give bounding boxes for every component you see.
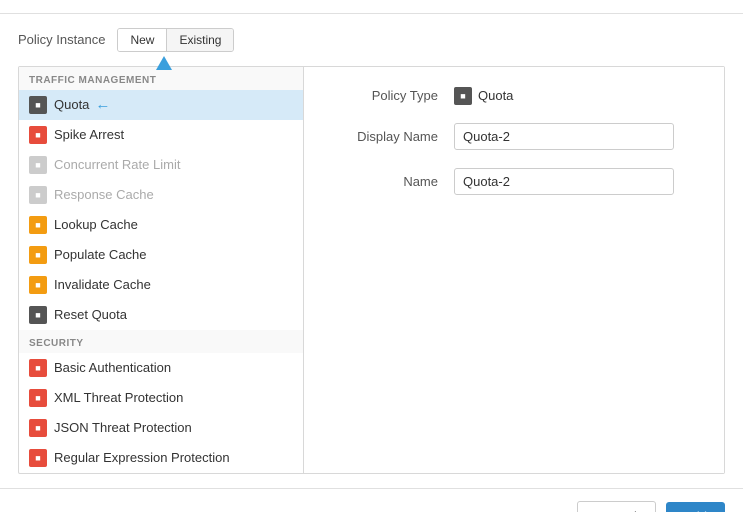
response-cache-icon: ■ <box>29 186 47 204</box>
spike-arrest-label: Spike Arrest <box>54 127 124 142</box>
policy-item-basic-auth[interactable]: ■ Basic Authentication <box>19 353 303 383</box>
populate-cache-label: Populate Cache <box>54 247 147 262</box>
policy-item-concurrent-rate-limit: ■ Concurrent Rate Limit <box>19 150 303 180</box>
reset-quota-icon: ■ <box>29 306 47 324</box>
policy-item-response-cache: ■ Response Cache <box>19 180 303 210</box>
policy-type-row: Policy Type ■ Quota <box>328 87 700 105</box>
json-threat-icon: ■ <box>29 419 47 437</box>
modal-body: Policy Instance New Existing TRAFFIC MAN… <box>0 14 743 488</box>
lookup-cache-label: Lookup Cache <box>54 217 138 232</box>
display-name-input[interactable] <box>454 123 674 150</box>
concurrent-rate-limit-icon: ■ <box>29 156 47 174</box>
policy-item-lookup-cache[interactable]: ■ Lookup Cache <box>19 210 303 240</box>
name-input[interactable] <box>454 168 674 195</box>
content-area: TRAFFIC MANAGEMENT ■ Quota ← ■ Spike Arr… <box>18 66 725 474</box>
populate-cache-icon: ■ <box>29 246 47 264</box>
xml-threat-icon: ■ <box>29 389 47 407</box>
basic-auth-label: Basic Authentication <box>54 360 171 375</box>
policy-item-regex-protection[interactable]: ■ Regular Expression Protection <box>19 443 303 473</box>
policy-instance-row: Policy Instance New Existing <box>18 28 725 52</box>
invalidate-cache-icon: ■ <box>29 276 47 294</box>
modal-header: Add Step × <box>0 0 743 14</box>
display-name-row: Display Name <box>328 123 700 150</box>
policy-item-json-threat[interactable]: ■ JSON Threat Protection <box>19 413 303 443</box>
policy-type-label: Policy Type <box>328 88 438 103</box>
policy-instance-toggle: New Existing <box>117 28 234 52</box>
concurrent-rate-limit-label: Concurrent Rate Limit <box>54 157 180 172</box>
quota-selected-arrow: ← <box>95 96 110 113</box>
policy-item-xml-threat[interactable]: ■ XML Threat Protection <box>19 383 303 413</box>
regex-protection-label: Regular Expression Protection <box>54 450 230 465</box>
xml-threat-label: XML Threat Protection <box>54 390 183 405</box>
arrow-indicator <box>156 56 172 70</box>
reset-quota-label: Reset Quota <box>54 307 127 322</box>
new-toggle-button[interactable]: New <box>118 29 167 51</box>
add-button[interactable]: Add <box>666 502 725 512</box>
security-header: SECURITY <box>19 330 303 353</box>
policy-type-icon: ■ <box>454 87 472 105</box>
basic-auth-icon: ■ <box>29 359 47 377</box>
invalidate-cache-label: Invalidate Cache <box>54 277 151 292</box>
modal-footer: Cancel Add <box>0 488 743 512</box>
modal-title: Add Step <box>18 0 84 1</box>
existing-toggle-button[interactable]: Existing <box>167 29 233 51</box>
policy-item-invalidate-cache[interactable]: ■ Invalidate Cache <box>19 270 303 300</box>
policy-item-quota[interactable]: ■ Quota ← <box>19 90 303 120</box>
policy-item-spike-arrest[interactable]: ■ Spike Arrest <box>19 120 303 150</box>
policy-instance-label: Policy Instance <box>18 32 105 47</box>
json-threat-label: JSON Threat Protection <box>54 420 192 435</box>
display-name-label: Display Name <box>328 129 438 144</box>
detail-panel: Policy Type ■ Quota Display Name Name <box>304 67 724 473</box>
name-label: Name <box>328 174 438 189</box>
spike-arrest-icon: ■ <box>29 126 47 144</box>
quota-icon: ■ <box>29 96 47 114</box>
policy-type-value: ■ Quota <box>454 87 513 105</box>
policy-item-populate-cache[interactable]: ■ Populate Cache <box>19 240 303 270</box>
policy-item-reset-quota[interactable]: ■ Reset Quota <box>19 300 303 330</box>
close-button[interactable]: × <box>714 0 725 1</box>
policy-list: TRAFFIC MANAGEMENT ■ Quota ← ■ Spike Arr… <box>19 67 304 473</box>
cancel-button[interactable]: Cancel <box>577 501 655 512</box>
quota-label: Quota <box>54 97 89 112</box>
modal-overlay: Add Step × Policy Instance New Existing … <box>0 0 743 512</box>
name-row: Name <box>328 168 700 195</box>
traffic-management-header: TRAFFIC MANAGEMENT <box>19 67 303 90</box>
add-step-modal: Add Step × Policy Instance New Existing … <box>0 0 743 512</box>
policy-type-text: Quota <box>478 88 513 103</box>
response-cache-label: Response Cache <box>54 187 154 202</box>
regex-protection-icon: ■ <box>29 449 47 467</box>
lookup-cache-icon: ■ <box>29 216 47 234</box>
